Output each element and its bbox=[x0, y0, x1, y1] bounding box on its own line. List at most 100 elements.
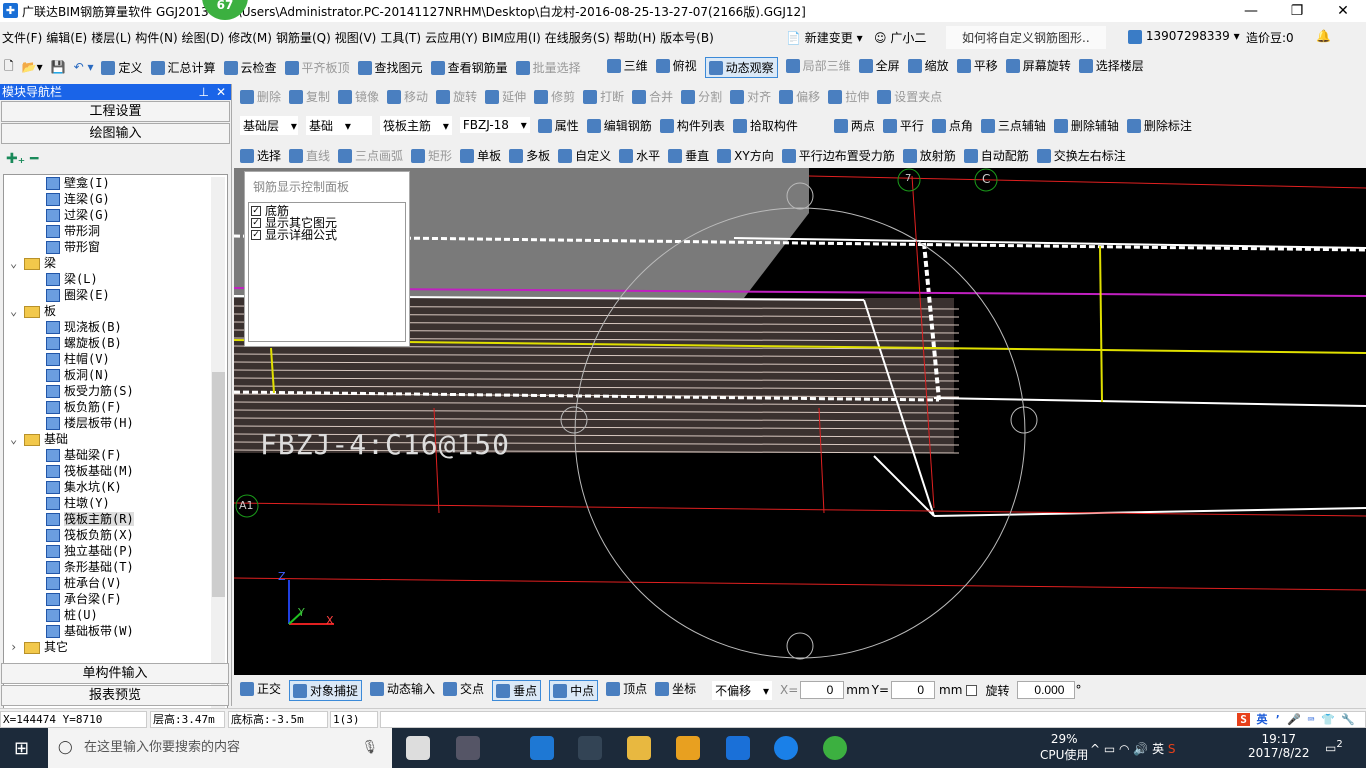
expand-all-icon[interactable]: ✚₊ bbox=[6, 151, 25, 167]
chevron-down-icon[interactable]: ⌄ bbox=[10, 255, 24, 271]
edit-button-2[interactable]: 镜像 bbox=[338, 88, 379, 105]
chevron-right-icon[interactable]: › bbox=[10, 639, 24, 655]
tree-item[interactable]: ⌄ 板 bbox=[4, 303, 227, 319]
tree-item[interactable]: 承台梁(F) bbox=[4, 591, 227, 607]
scrollbar-thumb[interactable] bbox=[212, 372, 225, 597]
category-select[interactable]: 基础 ▾ bbox=[306, 115, 372, 135]
menu-item-9[interactable]: 云应用(Y) bbox=[423, 29, 480, 46]
edit-button-8[interactable]: 合并 bbox=[632, 88, 673, 105]
tree-item[interactable]: 桩承台(V) bbox=[4, 575, 227, 591]
edit-button-5[interactable]: 延伸 bbox=[485, 88, 526, 105]
chevron-down-icon[interactable]: ⌄ bbox=[10, 431, 24, 447]
axis-button-3[interactable]: 三点辅轴 bbox=[980, 117, 1046, 134]
tree-item[interactable]: 带形窗 bbox=[4, 239, 227, 255]
axis-button-1[interactable]: 平行 bbox=[882, 117, 924, 134]
menu-item-6[interactable]: 钢筋量(Q) bbox=[274, 29, 333, 46]
tb1-button-4[interactable]: 查找图元 bbox=[357, 59, 423, 76]
tree-item[interactable]: ⌄ 基础 bbox=[4, 431, 227, 447]
view-button-5[interactable]: 缩放 bbox=[907, 57, 949, 78]
save-icon[interactable]: 💾 bbox=[51, 60, 66, 74]
new-file-icon[interactable]: 🗋 bbox=[4, 57, 14, 78]
file-explorer-icon[interactable] bbox=[627, 736, 651, 760]
type-select[interactable]: 筏板主筋 ▾ bbox=[380, 115, 452, 135]
tree-item[interactable]: 板受力筋(S) bbox=[4, 383, 227, 399]
drawing-canvas[interactable]: FBZJ-4:C16@150 7 C A1 Z Y X 钢筋显示控制面板 ✓ 底筋… bbox=[234, 168, 1366, 675]
menu-item-13[interactable]: 版本号(B) bbox=[658, 29, 716, 46]
tree-item[interactable]: 过梁(G) bbox=[4, 207, 227, 223]
view-button-6[interactable]: 平移 bbox=[956, 57, 998, 78]
tree-item[interactable]: 集水坑(K) bbox=[4, 479, 227, 495]
snap-button-3[interactable]: 交点 bbox=[443, 680, 484, 701]
user-account[interactable]: 13907298339 ▾ bbox=[1128, 29, 1240, 44]
open-file-icon[interactable]: 📂▾ bbox=[22, 60, 43, 74]
tree-item[interactable]: 带形洞 bbox=[4, 223, 227, 239]
minimize-button[interactable]: — bbox=[1228, 0, 1274, 22]
tree-item[interactable]: 柱帽(V) bbox=[4, 351, 227, 367]
tb1-button-2[interactable]: 云检查 bbox=[223, 59, 277, 76]
menu-item-5[interactable]: 修改(M) bbox=[226, 29, 274, 46]
chevron-down-icon[interactable]: ⌄ bbox=[10, 303, 24, 319]
tree-item[interactable]: 柱墩(Y) bbox=[4, 495, 227, 511]
menu-item-11[interactable]: 在线服务(S) bbox=[543, 29, 612, 46]
menu-item-10[interactable]: BIM应用(I) bbox=[480, 29, 543, 46]
panel-option[interactable]: ✓ 显示详细公式 bbox=[251, 229, 403, 241]
draw-button-11[interactable]: 放射筋 bbox=[902, 147, 956, 164]
tree-item[interactable]: 筏板负筋(X) bbox=[4, 527, 227, 543]
cpu-meter[interactable]: 29% CPU使用 bbox=[1040, 732, 1088, 763]
tb1-button-6[interactable]: 批量选择 bbox=[515, 59, 581, 76]
snap-button-1[interactable]: 对象捕捉 bbox=[289, 679, 363, 701]
assistant-button[interactable]: ☺ 广小二 bbox=[874, 29, 926, 46]
snap-button-5[interactable]: 中点 bbox=[549, 679, 599, 701]
axis-button-0[interactable]: 两点 bbox=[833, 117, 875, 134]
snap-button-7[interactable]: 坐标 bbox=[655, 680, 696, 701]
restore-button[interactable]: ❐ bbox=[1274, 0, 1320, 22]
nav-drawing-input[interactable]: 绘图输入 bbox=[1, 123, 230, 144]
comp-button-1[interactable]: 编辑钢筋 bbox=[586, 117, 652, 134]
menu-item-2[interactable]: 楼层(L) bbox=[89, 29, 133, 46]
floor-select[interactable]: 基础层 ▾ bbox=[240, 115, 298, 135]
y-input[interactable] bbox=[891, 681, 936, 699]
ime-toolbar[interactable]: S 英 ’ 🎤 ⌨ 👕 🔧 bbox=[1237, 712, 1355, 727]
tb1-button-1[interactable]: 汇总计算 bbox=[150, 59, 216, 76]
tree-item[interactable]: 壁龛(I) bbox=[4, 175, 227, 191]
tb1-button-5[interactable]: 查看钢筋量 bbox=[430, 59, 508, 76]
edit-button-11[interactable]: 偏移 bbox=[779, 88, 820, 105]
edit-button-7[interactable]: 打断 bbox=[583, 88, 624, 105]
edit-button-3[interactable]: 移动 bbox=[387, 88, 428, 105]
rotate-input[interactable] bbox=[1017, 681, 1076, 699]
tree-item[interactable]: 基础梁(F) bbox=[4, 447, 227, 463]
edit-button-12[interactable]: 拉伸 bbox=[828, 88, 869, 105]
ggj-app-icon[interactable] bbox=[726, 736, 750, 760]
menu-item-12[interactable]: 帮助(H) bbox=[612, 29, 658, 46]
tree-item[interactable]: 板洞(N) bbox=[4, 367, 227, 383]
comp-button-3[interactable]: 拾取构件 bbox=[732, 117, 798, 134]
view-button-1[interactable]: 俯视 bbox=[655, 57, 697, 78]
new-change-button[interactable]: 📄 新建变更 ▾ bbox=[786, 29, 863, 46]
name-select[interactable]: FBZJ-18 ▾ bbox=[459, 117, 530, 133]
draw-button-2[interactable]: 三点画弧 bbox=[338, 147, 403, 164]
nav-project-settings[interactable]: 工程设置 bbox=[1, 101, 230, 122]
axis-button-2[interactable]: 点角 bbox=[931, 117, 973, 134]
tree-item[interactable]: 圈梁(E) bbox=[4, 287, 227, 303]
draw-button-3[interactable]: 矩形 bbox=[411, 147, 452, 164]
tb1-button-0[interactable]: 定义 bbox=[101, 59, 143, 76]
draw-button-10[interactable]: 平行边布置受力筋 bbox=[781, 147, 895, 164]
draw-button-12[interactable]: 自动配筋 bbox=[963, 147, 1029, 164]
undo-icon[interactable]: ↶ ▾ bbox=[74, 60, 94, 74]
view-button-4[interactable]: 全屏 bbox=[858, 57, 900, 78]
view-button-3[interactable]: 局部三维 bbox=[785, 57, 851, 78]
view-button-2[interactable]: 动态观察 bbox=[704, 56, 778, 78]
edit-button-13[interactable]: 设置夹点 bbox=[877, 88, 942, 105]
mic-icon[interactable]: 🎙 bbox=[361, 728, 378, 768]
view-button-8[interactable]: 选择楼层 bbox=[1078, 57, 1144, 78]
edge-icon[interactable] bbox=[530, 736, 554, 760]
tree-item[interactable]: 现浇板(B) bbox=[4, 319, 227, 335]
checkbox[interactable]: ✓ bbox=[251, 206, 261, 216]
tree-scrollbar[interactable] bbox=[211, 177, 225, 742]
menu-item-8[interactable]: 工具(T) bbox=[378, 29, 423, 46]
app-icon-browser[interactable] bbox=[456, 736, 480, 760]
tray-icons[interactable]: ^ ▭ ◠ 🔊 英 S bbox=[1090, 740, 1176, 757]
offset-select[interactable]: 不偏移 ▾ bbox=[712, 680, 772, 700]
checkbox[interactable]: ✓ bbox=[251, 230, 261, 240]
edit-button-6[interactable]: 修剪 bbox=[534, 88, 575, 105]
